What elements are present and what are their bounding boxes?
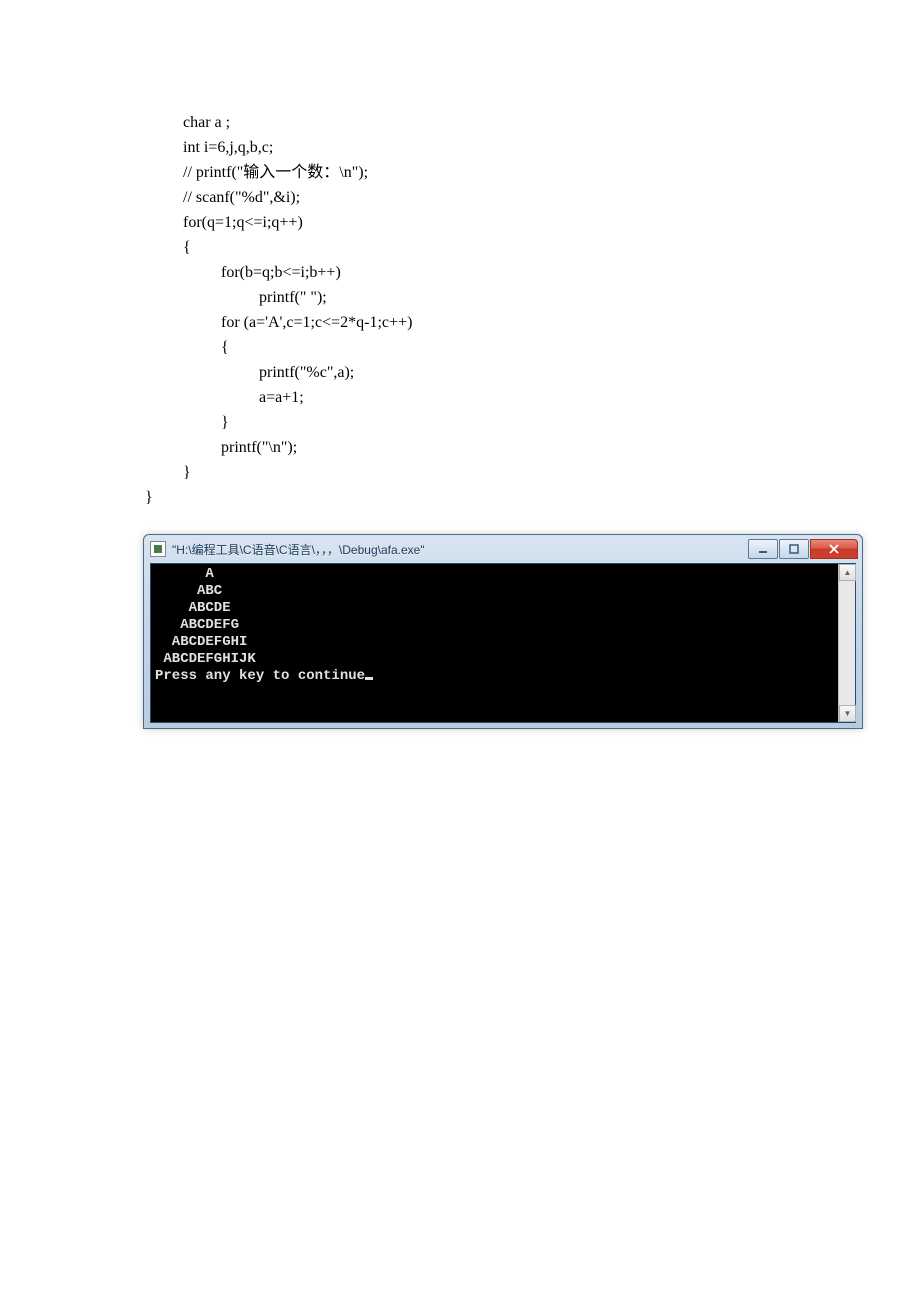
output-line: ABC xyxy=(155,583,222,599)
titlebar[interactable]: "H:\编程工具\C语音\C语言\，，，\Debug\afa.exe" xyxy=(144,535,862,563)
code-line: // printf("输入一个数：\n"); xyxy=(183,160,920,185)
maximize-icon xyxy=(789,544,799,554)
code-line: printf("\n"); xyxy=(183,435,920,460)
code-line: { xyxy=(183,335,920,360)
app-icon xyxy=(150,541,166,557)
code-line: printf(" "); xyxy=(183,285,920,310)
code-line: } xyxy=(145,485,920,510)
code-line: a=a+1; xyxy=(183,385,920,410)
minimize-icon xyxy=(758,544,768,554)
code-line: } xyxy=(183,410,920,435)
output-line: ABCDEFG xyxy=(155,617,239,633)
cursor xyxy=(365,677,373,680)
code-line: printf("%c",a); xyxy=(183,360,920,385)
close-icon xyxy=(829,544,839,554)
code-line: for(b=q;b<=i;b++) xyxy=(183,260,920,285)
maximize-button[interactable] xyxy=(779,539,809,559)
code-line: char a ; xyxy=(183,110,920,135)
prompt-text: Press any key to continue xyxy=(155,668,365,684)
output-line: ABCDEFGHI xyxy=(155,634,247,650)
vertical-scrollbar[interactable]: ▲ ▼ xyxy=(838,564,855,722)
code-line: { xyxy=(183,235,920,260)
code-line: // scanf("%d",&i); xyxy=(183,185,920,210)
scroll-down-button[interactable]: ▼ xyxy=(839,705,856,722)
code-line: for(q=1;q<=i;q++) xyxy=(183,210,920,235)
close-button[interactable] xyxy=(810,539,858,559)
output-line: A xyxy=(155,566,214,582)
code-line: } xyxy=(183,460,920,485)
window-controls xyxy=(747,539,858,559)
minimize-button[interactable] xyxy=(748,539,778,559)
window-title: "H:\编程工具\C语音\C语言\，，，\Debug\afa.exe" xyxy=(172,541,747,558)
output-line: ABCDE xyxy=(155,600,231,616)
console-body-wrapper: A ABC ABCDE ABCDEFG ABCDEFGHI ABCDEFGHIJ… xyxy=(150,563,856,723)
code-line: int i=6,j,q,b,c; xyxy=(183,135,920,160)
console-window: "H:\编程工具\C语音\C语言\，，，\Debug\afa.exe" A AB… xyxy=(143,534,863,729)
console-output[interactable]: A ABC ABCDE ABCDEFG ABCDEFGHI ABCDEFGHIJ… xyxy=(151,564,855,722)
code-line: for (a='A',c=1;c<=2*q-1;c++) xyxy=(183,310,920,335)
output-line: ABCDEFGHIJK xyxy=(155,651,256,667)
code-block: char a ; int i=6,j,q,b,c; // printf("输入一… xyxy=(0,0,920,510)
scroll-up-button[interactable]: ▲ xyxy=(839,564,856,581)
